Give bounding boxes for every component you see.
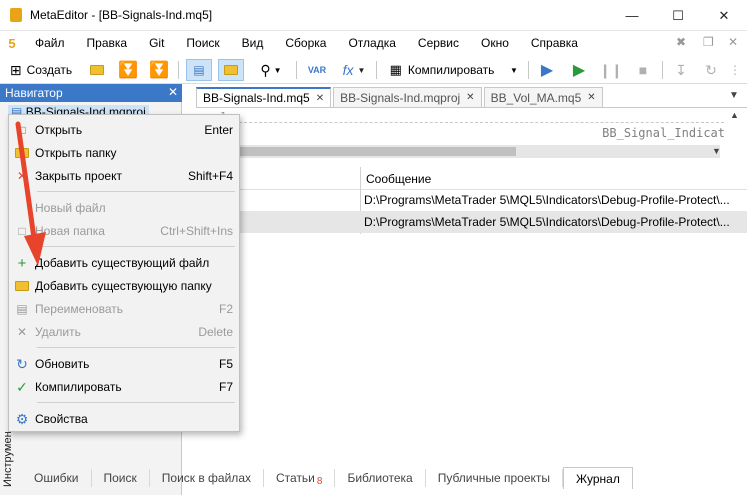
annotation-arrow bbox=[15, 121, 46, 266]
arrow-shaft bbox=[15, 121, 37, 241]
arrow-head bbox=[24, 232, 46, 266]
